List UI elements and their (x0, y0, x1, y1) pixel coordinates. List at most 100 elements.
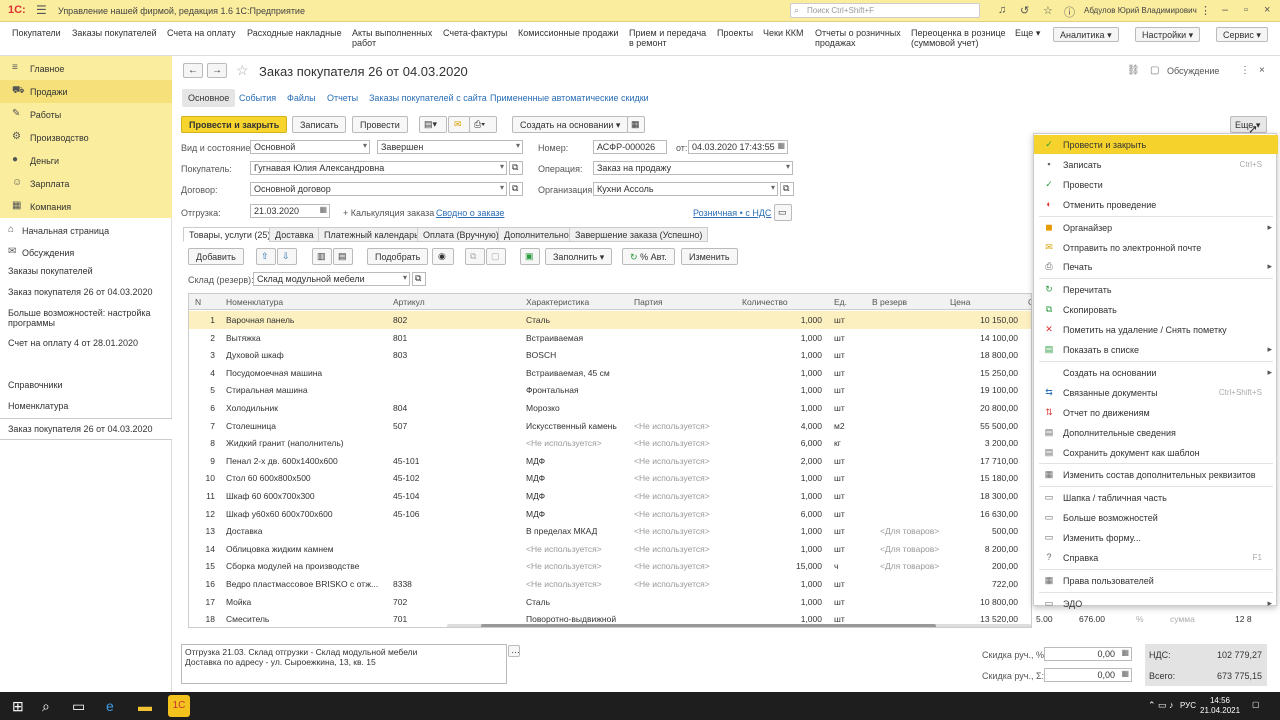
tab-goods[interactable]: Товары, услуги (25) (183, 227, 277, 242)
date-field[interactable]: 04.03.2020 17:43:55 ▦ (688, 140, 788, 154)
sidebar-item-salary[interactable]: ☺ Зарплата (0, 172, 172, 195)
ship-date-field[interactable]: 21.03.2020 ▦ (250, 204, 330, 218)
notifications-icon[interactable]: ▢ (1252, 700, 1260, 710)
window-menu-icon[interactable]: ⋮ (1200, 4, 1211, 17)
menu-item[interactable]: ⇅ Отчет по движениям (1034, 403, 1278, 422)
move-up-icon[interactable]: ⇧ (256, 248, 276, 265)
table-row[interactable]: 13 Доставка В пределах МКАД <Не используетс… (189, 522, 1031, 540)
menu-item[interactable]: ▤ Сохранить документ как шаблон (1034, 443, 1278, 462)
auto-discount-button[interactable]: ↻ % Авт. (622, 248, 675, 265)
col-item[interactable]: Номенклатура (226, 297, 283, 307)
menu-invoices[interactable]: Счета на оплату (167, 28, 235, 38)
col-sum[interactable]: С (1028, 297, 1031, 307)
col-characteristic[interactable]: Характеристика (526, 297, 589, 307)
menu-item[interactable]: ▭ Больше возможностей (1034, 508, 1278, 527)
maximize-icon[interactable]: ▫ (1244, 4, 1248, 16)
create-based-button[interactable]: Создать на основании ▾ (512, 116, 629, 133)
global-search-input[interactable]: ⌕ Поиск Ctrl+Shift+F (790, 3, 980, 18)
tab-payment[interactable]: Оплата (Вручную) (417, 227, 505, 242)
menu-item[interactable]: ⎙ Печать ▸ (1034, 257, 1278, 276)
history-icon[interactable]: ↺ (1020, 4, 1029, 17)
menu-item[interactable]: ✕ Пометить на удаление / Снять пометку (1034, 320, 1278, 339)
menu-item[interactable]: ⧉ Скопировать (1034, 300, 1278, 319)
table-row[interactable]: 12 Шкаф у60х60 600х700х600 45-106 МДФ <Не ис… (189, 505, 1031, 523)
pick-button[interactable]: Подобрать (367, 248, 429, 265)
table-row[interactable]: 8 Жидкий гранит (наполнитель) <Не использу… (189, 434, 1031, 452)
col-price[interactable]: Цена (950, 297, 970, 307)
buyer-field[interactable]: Гугнавая Юлия Александровна ▾ (250, 161, 507, 175)
open-icon[interactable]: ⧉ (509, 161, 523, 175)
user-name[interactable]: Абдулов Юрий Владимирович (1084, 6, 1197, 15)
favorite-star-icon[interactable]: ☆ (236, 62, 249, 79)
menu-item[interactable]: ▪ Записать Ctrl+S (1034, 155, 1278, 174)
menu-repair[interactable]: Прием и передача в ремонт (629, 28, 706, 48)
scan-icon[interactable]: ▤ (333, 248, 353, 265)
tab-events[interactable]: События (239, 93, 276, 103)
menu-buyers[interactable]: Покупатели (12, 28, 61, 38)
menu-item[interactable]: ▭ Шапка / табличная часть (1034, 488, 1278, 507)
menu-acts[interactable]: Акты выполненных работ (352, 28, 432, 48)
menu-orders[interactable]: Заказы покупателей (72, 28, 157, 38)
table-row[interactable]: 16 Ведро пластмассовое BRISKO с отж... 833… (189, 575, 1031, 593)
manual-discount-sum-field[interactable]: 0,00 ▦ (1044, 668, 1132, 682)
post-button[interactable]: Провести (352, 116, 408, 133)
sidebar-item-production[interactable]: ⚙ Производство (0, 126, 172, 149)
open-icon[interactable]: ⧉ (780, 182, 794, 196)
analytics-button[interactable]: Аналитика ▾ (1053, 27, 1119, 42)
menu-item[interactable]: ▤ Показать в списке ▸ (1034, 340, 1278, 359)
menu-item[interactable]: ◼ Органайзер ▸ (1034, 218, 1278, 237)
scrollbar-thumb[interactable] (481, 624, 936, 627)
table-row[interactable]: 6 Холодильник 804 Морозко 1,000 шт 20 800,00 (189, 399, 1031, 417)
service-button[interactable]: Сервис ▾ (1216, 27, 1268, 42)
menu-item[interactable]: ↻ Перечитать (1034, 280, 1278, 299)
print-icon[interactable]: ⎙▾ (469, 116, 497, 133)
manual-discount-pct-field[interactable]: 0,00 ▦ (1044, 647, 1132, 661)
add-row-button[interactable]: Добавить (188, 248, 244, 265)
calendar-icon[interactable]: ▦ (777, 141, 785, 150)
back-button[interactable]: ← (183, 63, 203, 78)
open-icon[interactable]: ⧉ (509, 182, 523, 196)
more-actions-icon[interactable]: ⋮ (1240, 65, 1250, 76)
save-button[interactable]: Записать (292, 116, 347, 133)
minimize-icon[interactable]: – (1222, 4, 1228, 16)
col-unit[interactable]: Ед. (834, 297, 847, 307)
sidebar-item-money[interactable]: ● Деньги (0, 149, 172, 172)
tab-payment-calendar[interactable]: Платежный календарь (318, 227, 425, 242)
sidebar-item-main[interactable]: ≡ Главное (0, 57, 172, 80)
menu-item[interactable]: ? Справка F1 (1034, 548, 1278, 567)
tab-main[interactable]: Основное (182, 89, 236, 107)
info-icon[interactable]: ⓘ (1064, 4, 1075, 20)
discussion-link[interactable]: Обсуждение (1167, 66, 1219, 76)
tab-files[interactable]: Файлы (287, 93, 316, 103)
tab-reports[interactable]: Отчеты (327, 93, 358, 103)
calculator-icon[interactable]: ▦ (1121, 648, 1129, 657)
menu-commission[interactable]: Комиссионные продажи (518, 28, 618, 38)
comment-field[interactable]: Отгрузка 21.03. Склад отгрузки - Склад м… (181, 644, 507, 684)
excel-icon[interactable]: ▣ (520, 248, 540, 265)
menu-item[interactable]: ▭ Изменить форму... (1034, 528, 1278, 547)
mail-icon[interactable]: ✉ (448, 116, 470, 133)
menu-item[interactable]: Создать на основании ▸ (1034, 363, 1278, 382)
warehouse-field[interactable]: Склад модульной мебели ▾ (253, 272, 410, 286)
tab-auto-discounts[interactable]: Примененные автоматические скидки (490, 93, 649, 103)
forward-button[interactable]: → (207, 63, 227, 78)
menu-item[interactable]: ⇆ Связанные документы Ctrl+Shift+S (1034, 383, 1278, 402)
open-icon[interactable]: ⧉ (412, 272, 426, 286)
number-field[interactable]: АСФР-000026 (593, 140, 667, 154)
tab-site-orders[interactable]: Заказы покупателей с сайта (369, 93, 487, 103)
history-item[interactable]: Справочники (0, 380, 172, 390)
history-item[interactable]: Заказы покупателей (0, 266, 172, 276)
history-item[interactable]: Счет на оплату 4 от 28.01.2020 (0, 338, 172, 348)
table-row[interactable]: 4 Посудомоечная машина Встраиваемая, 45 см… (189, 364, 1031, 382)
menu-item[interactable]: ▭ ЭДО ▸ (1034, 594, 1278, 613)
paste-icon[interactable]: ▢ (486, 248, 506, 265)
table-row[interactable]: 7 Столешница 507 Искусственный камень <Не ис… (189, 417, 1031, 435)
goods-table[interactable]: N Номенклатура Артикул Характеристика Па… (188, 293, 1032, 628)
post-and-close-button[interactable]: Провести и закрыть (181, 116, 288, 133)
sidebar-item-works[interactable]: ✎ Работы (0, 103, 172, 126)
menu-item[interactable]: ▤ Дополнительные сведения (1034, 423, 1278, 442)
table-row[interactable]: 9 Пенал 2-х дв. 600х1400х600 45-101 МДФ <Не … (189, 452, 1031, 470)
menu-more[interactable]: Еще ▾ (1015, 28, 1040, 38)
structure-icon[interactable]: ▦ (627, 116, 645, 133)
col-batch[interactable]: Партия (634, 297, 663, 307)
